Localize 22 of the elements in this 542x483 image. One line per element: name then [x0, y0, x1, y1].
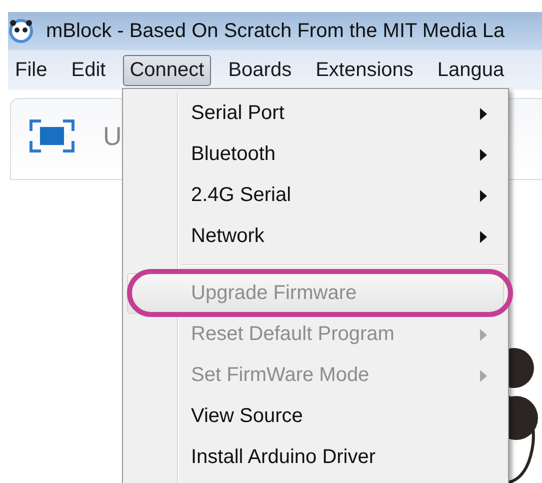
- menu-item[interactable]: Boards: [221, 54, 299, 86]
- menu-option[interactable]: View Source: [127, 396, 504, 437]
- menu-option[interactable]: Bluetooth: [127, 134, 504, 175]
- menu-option[interactable]: Install Arduino Driver: [127, 437, 504, 478]
- submenu-arrow-icon: [480, 108, 487, 120]
- toolbar-label: U: [103, 120, 122, 152]
- window-title: mBlock - Based On Scratch From the MIT Media La: [46, 20, 505, 42]
- menu-option[interactable]: Serial Port: [127, 93, 504, 134]
- fullscreen-icon[interactable]: [29, 119, 75, 153]
- menu-option[interactable]: Network: [127, 216, 504, 257]
- submenu-arrow-icon: [480, 231, 487, 243]
- menu-item[interactable]: Langua: [430, 54, 512, 86]
- submenu-arrow-icon: [480, 329, 487, 341]
- app-icon: [8, 18, 36, 44]
- menu-option[interactable]: 2.4G Serial: [127, 175, 504, 216]
- submenu-arrow-icon: [480, 149, 487, 161]
- menu-item[interactable]: Connect: [122, 54, 212, 86]
- submenu-arrow-icon: [480, 370, 487, 382]
- submenu-arrow-icon: [480, 190, 487, 202]
- menu-item[interactable]: File: [8, 54, 54, 86]
- menu-item[interactable]: Edit: [64, 54, 113, 86]
- menu-item[interactable]: Extensions: [308, 54, 420, 86]
